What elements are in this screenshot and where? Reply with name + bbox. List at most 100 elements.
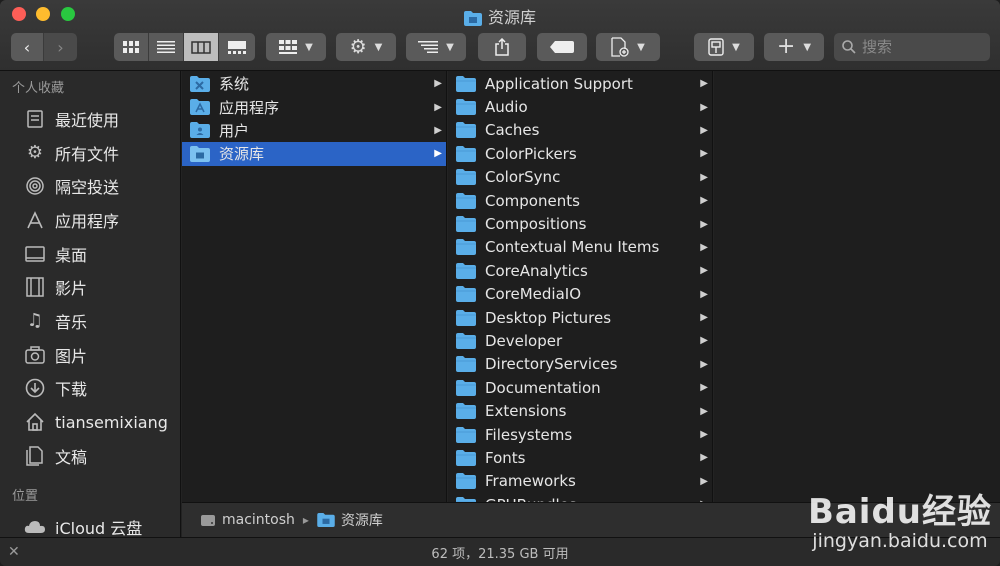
list-item-label: DirectoryServices [485,355,618,374]
folder-icon [456,473,476,490]
disclosure-arrow-icon: ▶ [700,405,708,417]
sidebar-item-icloud[interactable]: iCloud 云盘 [0,511,180,537]
list-item-system[interactable]: 系统 ▶ [182,72,446,95]
sidebar-item-documents[interactable]: 文稿 [0,439,180,473]
sidebar-item-label: 最近使用 [55,110,120,130]
disclosure-arrow-icon: ▶ [700,171,708,183]
list-item-label: Filesystems [485,425,573,444]
list-item[interactable]: CoreAnalytics ▶ [448,259,712,282]
disclosure-arrow-icon: ▶ [700,358,708,370]
list-item-label: Desktop Pictures [485,308,612,327]
sidebar: 个人收藏 最近使用 ⚙ 所有文件 隔空投送 应用程序 桌面 影片 ♫ 音乐 图片… [0,71,181,537]
path-item-library[interactable]: 资源库 [317,510,383,530]
downloads-icon [24,377,46,399]
disclosure-arrow-icon: ▶ [700,288,708,300]
new-document-button[interactable]: ▼ [596,33,660,61]
all-files-icon: ⚙ [26,142,44,164]
disclosure-arrow-icon: ▶ [434,148,442,160]
list-item[interactable]: Filesystems ▶ [448,423,712,446]
group-by-button[interactable]: ▼ [266,33,326,61]
sidebar-item-label: 文稿 [55,447,88,467]
share-button[interactable] [478,33,526,61]
tools-icon[interactable]: ✕ [8,544,20,560]
sidebar-item-applications[interactable]: 应用程序 [0,203,180,237]
hard-drive-icon [201,515,215,526]
search-field[interactable] [834,33,990,61]
folder-icon [456,192,476,209]
list-item[interactable]: ColorPickers ▶ [448,142,712,165]
folder-icon [456,286,476,303]
list-item[interactable]: GPUBundles▶ [448,493,712,502]
list-item[interactable]: Application Support ▶ [448,72,712,95]
view-icons-button[interactable] [114,33,149,61]
forward-button[interactable]: › [44,33,77,61]
disclosure-arrow-icon: ▶ [700,101,708,113]
icloud-icon [24,516,46,537]
view-mode-segment [114,33,255,61]
browser-column-empty [714,71,1000,502]
list-item[interactable]: CoreMediaIO ▶ [448,283,712,306]
disclosure-arrow-icon: ▶ [700,265,708,277]
list-item-library-selected[interactable]: 资源库 ▶ [182,142,446,166]
sidebar-item-label: 桌面 [55,245,88,265]
sidebar-item-home[interactable]: tiansemixiang [0,405,180,439]
sidebar-item-movies[interactable]: 影片 [0,270,180,304]
toolbar: 资源库 ‹ › ▼ ⚙ ▼ ▼ ▼ ▼ + ▼ 搜索 [0,0,1000,71]
list-item[interactable]: ColorSync ▶ [448,166,712,189]
disclosure-arrow-icon: ▶ [700,148,708,160]
list-item-label: Audio [485,98,528,117]
folder-icon [456,403,476,420]
view-gallery-button[interactable] [219,33,255,61]
list-item[interactable]: Audio ▶ [448,95,712,118]
terminal-app-button[interactable]: ▼ [694,33,754,61]
disclosure-arrow-icon: ▶ [700,195,708,207]
sidebar-item-recents[interactable]: 最近使用 [0,102,180,136]
path-item-macintosh[interactable]: macintosh [200,512,295,528]
sidebar-item-music[interactable]: ♫ 音乐 [0,304,180,338]
list-item-label: ColorPickers [485,144,577,163]
sidebar-item-desktop[interactable]: 桌面 [0,237,180,271]
list-item-label: Frameworks [485,472,576,491]
disclosure-arrow-icon: ▶ [700,452,708,464]
add-button[interactable]: + ▼ [764,33,824,61]
sidebar-item-pictures[interactable]: 图片 [0,338,180,372]
folder-icon [456,169,476,186]
tags-button[interactable] [537,33,587,61]
list-item-applications[interactable]: 应用程序 ▶ [182,95,446,118]
arrange-button[interactable]: ▼ [406,33,466,61]
app-icon [708,38,724,56]
search-input[interactable] [862,38,982,56]
browser-column-library: Application Support ▶ Audio ▶ Caches ▶ ColorPi… [448,71,713,502]
view-columns-button[interactable] [184,33,219,61]
back-button[interactable]: ‹ [11,33,44,61]
baidu-watermark: Baidu经验 jingyan.baidu.com [808,494,992,552]
list-item[interactable]: Documentation ▶ [448,376,712,399]
sidebar-item-downloads[interactable]: 下载 [0,372,180,406]
list-item-label: Caches [485,121,540,140]
list-item-users[interactable]: 用户 ▶ [182,119,446,142]
sidebar-item-label: iCloud 云盘 [55,519,143,537]
list-item[interactable]: Fonts ▶ [448,446,712,469]
list-item[interactable]: Desktop Pictures ▶ [448,306,712,329]
sidebar-item-all-files[interactable]: ⚙ 所有文件 [0,136,180,170]
list-item[interactable]: DirectoryServices ▶ [448,353,712,376]
view-list-button[interactable] [149,33,184,61]
window-title-text: 资源库 [487,8,536,27]
list-item[interactable]: Compositions ▶ [448,212,712,235]
list-item[interactable]: Contextual Menu Items ▶ [448,236,712,259]
grid-icon [123,41,139,53]
action-menu-button[interactable]: ⚙ ▼ [336,33,396,61]
chevron-down-icon: ▼ [374,41,383,53]
list-item[interactable]: Frameworks ▶ [448,470,712,493]
sidebar-item-airdrop[interactable]: 隔空投送 [0,169,180,203]
chevron-down-icon: ▼ [305,41,313,53]
chevron-down-icon: ▼ [803,41,812,53]
disclosure-arrow-icon: ▶ [700,429,708,441]
list-item[interactable]: Caches ▶ [448,119,712,142]
chevron-right-icon: › [57,37,64,57]
list-item[interactable]: Components ▶ [448,189,712,212]
nav-buttons: ‹ › [11,33,77,61]
list-item-label: Developer [485,331,563,350]
list-item[interactable]: Developer ▶ [448,329,712,352]
list-item[interactable]: Extensions ▶ [448,399,712,422]
